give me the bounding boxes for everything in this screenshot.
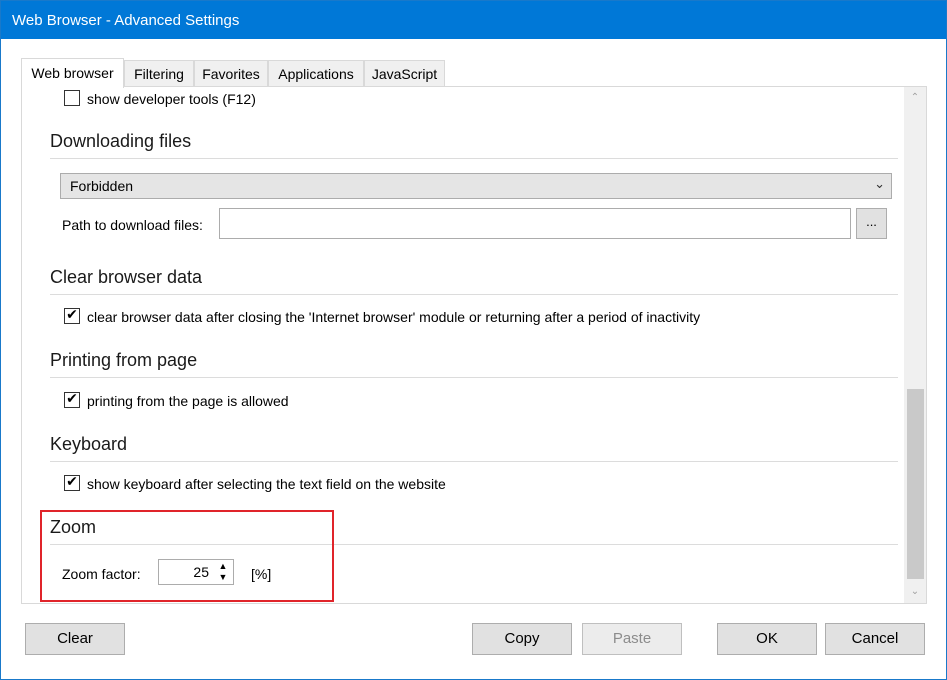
tab-javascript[interactable]: JavaScript xyxy=(364,60,445,87)
keyboard-label: show keyboard after selecting the text f… xyxy=(87,476,446,492)
vertical-scrollbar[interactable]: ⌃ ⌄ xyxy=(904,87,926,603)
chevron-down-icon: ⌄ xyxy=(874,176,885,191)
tab-label: JavaScript xyxy=(371,66,438,82)
tab-favorites[interactable]: Favorites xyxy=(194,60,268,87)
download-mode-select[interactable]: Forbidden ⌄ xyxy=(60,173,892,199)
dev-tools-checkbox[interactable] xyxy=(64,90,80,106)
paste-button-label: Paste xyxy=(612,630,652,647)
tab-label: Filtering xyxy=(134,66,184,82)
tab-label: Favorites xyxy=(202,66,260,82)
keyboard-section-title: Keyboard xyxy=(50,434,128,454)
clear-data-checkbox[interactable]: ✔ xyxy=(64,306,80,324)
download-mode-value: Forbidden xyxy=(70,178,134,194)
ok-button[interactable]: OK xyxy=(717,623,817,655)
checkmark-icon: ✔ xyxy=(66,306,78,322)
printing-label: printing from the page is allowed xyxy=(87,393,289,409)
cancel-button-label: Cancel xyxy=(851,630,899,647)
printing-checkbox[interactable]: ✔ xyxy=(64,390,80,408)
scrollbar-thumb[interactable] xyxy=(907,389,924,579)
tab-label: Web browser xyxy=(31,65,114,81)
clear-data-section-title: Clear browser data xyxy=(50,267,203,287)
scroll-down-icon[interactable]: ⌄ xyxy=(904,583,926,601)
title-bar[interactable]: Web Browser - Advanced Settings xyxy=(1,1,946,39)
checkmark-icon: ✔ xyxy=(66,390,78,406)
copy-button-label: Copy xyxy=(504,630,540,647)
download-path-input[interactable] xyxy=(219,208,851,239)
tab-filtering[interactable]: Filtering xyxy=(124,60,194,87)
tab-label: Applications xyxy=(278,66,354,82)
printing-section-title: Printing from page xyxy=(50,350,198,370)
section-divider xyxy=(50,461,898,462)
settings-window: Web Browser - Advanced Settings Web brow… xyxy=(0,0,947,680)
clear-button[interactable]: Clear xyxy=(25,623,125,655)
clear-data-label: clear browser data after closing the 'In… xyxy=(87,309,701,325)
scroll-up-icon[interactable]: ⌃ xyxy=(904,89,926,107)
ok-button-label: OK xyxy=(756,630,778,647)
paste-button[interactable]: Paste xyxy=(582,623,682,655)
copy-button[interactable]: Copy xyxy=(472,623,572,655)
tab-web-browser[interactable]: Web browser xyxy=(21,58,124,88)
browse-button[interactable]: ... xyxy=(856,208,887,239)
clear-button-label: Clear xyxy=(57,630,93,647)
dev-tools-label: show developer tools (F12) xyxy=(87,91,256,107)
download-path-label: Path to download files: xyxy=(62,217,203,233)
keyboard-checkbox[interactable]: ✔ xyxy=(64,473,80,491)
section-divider xyxy=(50,377,898,378)
section-divider xyxy=(50,294,898,295)
window-title: Web Browser - Advanced Settings xyxy=(12,12,240,29)
browse-button-label: ... xyxy=(866,214,877,229)
checkmark-icon: ✔ xyxy=(66,473,78,489)
tab-applications[interactable]: Applications xyxy=(268,60,364,87)
cancel-button[interactable]: Cancel xyxy=(825,623,925,655)
section-divider xyxy=(50,158,898,159)
downloading-section-title: Downloading files xyxy=(50,131,192,151)
zoom-highlight-box xyxy=(40,510,334,602)
